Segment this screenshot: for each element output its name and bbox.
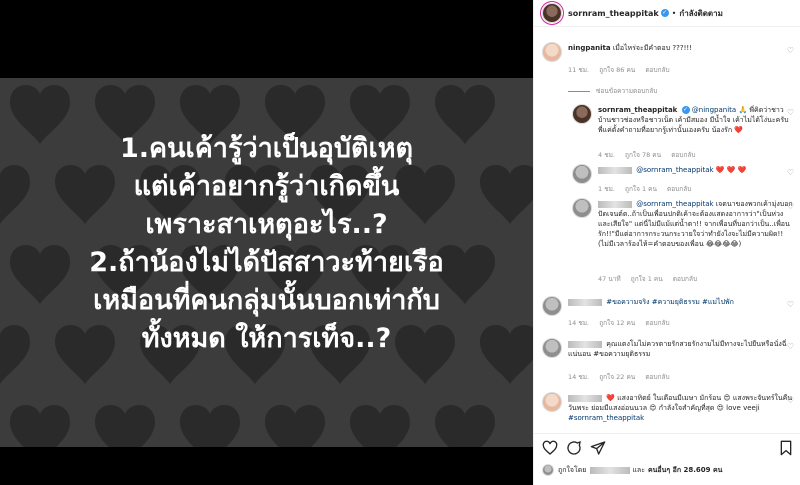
bookmark-icon[interactable]	[778, 440, 794, 456]
post-line-4: 2.ถ้าน้องไม่ได้ปัสสาวะท้ายเรือ	[89, 247, 444, 278]
comment-mention[interactable]: @sornram_theappitak	[636, 200, 713, 208]
liked-by-others[interactable]: คนอื่นๆ อีก 28.609 คน	[648, 465, 722, 476]
comment-body: sornram_theappitak ✓ @ningpanita 🙏 พี่คิ…	[598, 105, 794, 135]
like-comment-icon[interactable]: ♡	[787, 342, 794, 351]
comment-mention[interactable]: @ningpanita	[692, 106, 736, 114]
comment-time: 47 นาที	[598, 275, 621, 283]
comment-meta: 11 ชม. ถูกใจ 86 คน ตอบกลับ	[568, 65, 678, 75]
post-media: 1.คนเค้ารู้ว่าเป็นอุบัติเหตุ แต่เค้าอยาก…	[0, 0, 533, 485]
post-line-6: ทั้งหมด ให้การเท็จ..?	[141, 323, 392, 354]
hide-replies-label: ซ่อนข้อความตอบกลับ	[596, 87, 658, 95]
like-comment-icon[interactable]: ♡	[787, 168, 794, 177]
following-button[interactable]: กำลังติดตาม	[679, 7, 723, 20]
comment-icon[interactable]	[566, 440, 582, 456]
reply-button[interactable]: ตอบกลับ	[645, 66, 669, 74]
reply-button[interactable]: ตอบกลับ	[645, 319, 669, 327]
post-header: sornram_theappitak ✓ • กำลังติดตาม	[534, 0, 800, 27]
redacted-username	[590, 466, 631, 474]
commenter-avatar[interactable]	[542, 296, 562, 316]
reply-button[interactable]: ตอบกลับ	[645, 373, 669, 381]
comment-likes[interactable]: ถูกใจ 12 คน	[599, 319, 635, 327]
comment-likes[interactable]: ถูกใจ 78 คน	[625, 151, 661, 159]
commenter-avatar[interactable]	[572, 104, 592, 124]
post-image-text: 1.คนเค้ารู้ว่าเป็นอุบัติเหตุ แต่เค้าอยาก…	[0, 130, 533, 358]
hide-replies-toggle[interactable]: ซ่อนข้อความตอบกลับ	[568, 86, 657, 96]
post-line-5: เหมือนที่คนกลุ่มนั้นบอกเท่ากับ	[93, 285, 440, 316]
like-comment-icon[interactable]: ♡	[787, 300, 794, 309]
commenter-avatar[interactable]	[572, 198, 592, 218]
comment-body: คุณแตงโมไม่ควรตายรักสวยรักงามไม่มีทางจะไ…	[568, 339, 794, 359]
comment-body: @sornram_theappitak เจตนาของพวกเค้ามุ่งบ…	[598, 199, 794, 249]
comment-meta: 14 ชม. ถูกใจ 22 คน ตอบกลับ	[568, 372, 678, 382]
action-bar	[542, 440, 794, 456]
commenter-avatar[interactable]	[572, 164, 592, 184]
like-comment-icon[interactable]: ♡	[787, 396, 794, 405]
redacted-username	[598, 200, 632, 208]
reply-item: @sornram_theappitak เจตนาของพวกเค้ามุ่งบ…	[572, 198, 794, 284]
reply-button[interactable]: ตอบกลับ	[667, 185, 691, 193]
comment-likes[interactable]: ถูกใจ 86 คน	[599, 66, 635, 74]
comment-likes[interactable]: ถูกใจ 22 คน	[599, 373, 635, 381]
comment-meta: 47 นาที ถูกใจ 1 คน ตอบกลับ	[598, 274, 705, 284]
comment-tag[interactable]: #sornram_theappitak	[568, 414, 644, 422]
author-username[interactable]: sornram_theappitak	[568, 9, 659, 18]
redacted-username	[598, 166, 632, 174]
comment-time: 1 ชม.	[598, 185, 615, 193]
redacted-username	[568, 298, 602, 306]
comment-body: @sornram_theappitak ❤️ ❤️ ❤️	[598, 165, 794, 175]
reply-button[interactable]: ตอบกลับ	[671, 151, 695, 159]
commenter-username[interactable]: ningpanita	[568, 44, 611, 52]
commenter-username[interactable]: sornram_theappitak	[598, 106, 677, 114]
comments-list[interactable]: ningpanita เมื่อไหร่จะมีคำตอบ ???!!! 11 …	[534, 28, 800, 433]
paper-plane-icon[interactable]	[590, 440, 606, 456]
redacted-username	[568, 340, 602, 348]
comment-likes[interactable]: ถูกใจ 1 คน	[625, 185, 657, 193]
comment-meta: 1 ชม. ถูกใจ 1 คน ตอบกลับ	[598, 184, 699, 194]
comment-time: 4 ชม.	[598, 151, 615, 159]
like-comment-icon[interactable]: ♡	[787, 46, 794, 55]
comment-text: ❤️ ❤️ ❤️	[715, 166, 747, 174]
comment-item: ningpanita เมื่อไหร่จะมีคำตอบ ???!!! 11 …	[542, 42, 794, 82]
comment-body: #ขอความจริง #ความยุติธรรม #แม่ไปพัก	[568, 297, 794, 307]
comment-meta: 4 ชม. ถูกใจ 78 คน ตอบกลับ	[598, 150, 703, 160]
redacted-username	[568, 394, 602, 402]
post-footer: ถูกใจโดย และ คนอื่นๆ อีก 28.609 คน	[534, 433, 800, 485]
comment-text[interactable]: #ขอความจริง #ความยุติธรรม #แม่ไปพัก	[606, 298, 734, 306]
comment-text: เมื่อไหร่จะมีคำตอบ ???!!!	[612, 44, 692, 52]
comment-meta: 14 ชม. ถูกใจ 12 คน ตอบกลับ	[568, 318, 678, 328]
liked-by-and: และ	[632, 465, 645, 474]
like-comment-icon[interactable]: ♡	[787, 108, 794, 117]
comment-time: 14 ชม.	[568, 319, 590, 327]
commenter-avatar[interactable]	[542, 392, 562, 412]
post-line-2: แต่เค้าอยากรู้ว่าเกิดขึ้น	[133, 171, 400, 202]
post-side-panel: sornram_theappitak ✓ • กำลังติดตาม ningp…	[533, 0, 800, 485]
verified-badge-icon: ✓	[660, 9, 669, 17]
author-avatar[interactable]	[542, 3, 562, 23]
reply-item: @sornram_theappitak ❤️ ❤️ ❤️ 1 ชม. ถูกใจ…	[572, 164, 794, 198]
reply-item: sornram_theappitak ✓ @ningpanita 🙏 พี่คิ…	[572, 104, 794, 160]
comment-body: ❤️ แสงอาทิตย์ ในเดือนมีเมษา มักร้อน 😍 แส…	[568, 393, 794, 423]
verified-badge-icon: ✓	[681, 106, 690, 114]
like-comment-icon[interactable]: ♡	[787, 202, 794, 211]
comment-mention[interactable]: @sornram_theappitak	[636, 166, 713, 174]
comment-item: คุณแตงโมไม่ควรตายรักสวยรักงามไม่มีทางจะไ…	[542, 338, 794, 382]
post-line-1: 1.คนเค้ารู้ว่าเป็นอุบัติเหตุ	[119, 133, 414, 164]
commenter-avatar[interactable]	[542, 338, 562, 358]
comment-item: #ขอความจริง #ความยุติธรรม #แม่ไปพัก 14 ช…	[542, 296, 794, 328]
post-line-3: เพราะสาเหตุอะไร..?	[145, 209, 388, 240]
commenter-avatar[interactable]	[542, 42, 562, 62]
liked-by-prefix: ถูกใจโดย	[558, 465, 587, 474]
liker-avatar	[542, 464, 554, 476]
comment-body: ningpanita เมื่อไหร่จะมีคำตอบ ???!!!	[568, 43, 794, 53]
heart-outline-icon[interactable]	[542, 440, 558, 456]
comment-time: 11 ชม.	[568, 66, 590, 74]
liked-by[interactable]: ถูกใจโดย และ คนอื่นๆ อีก 28.609 คน	[542, 464, 722, 476]
comment-item: ❤️ แสงอาทิตย์ ในเดือนมีเมษา มักร้อน 😍 แส…	[542, 392, 794, 432]
comment-time: 14 ชม.	[568, 373, 590, 381]
reply-button[interactable]: ตอบกลับ	[673, 275, 697, 283]
separator-dot: •	[671, 8, 677, 18]
comment-likes[interactable]: ถูกใจ 1 คน	[631, 275, 663, 283]
